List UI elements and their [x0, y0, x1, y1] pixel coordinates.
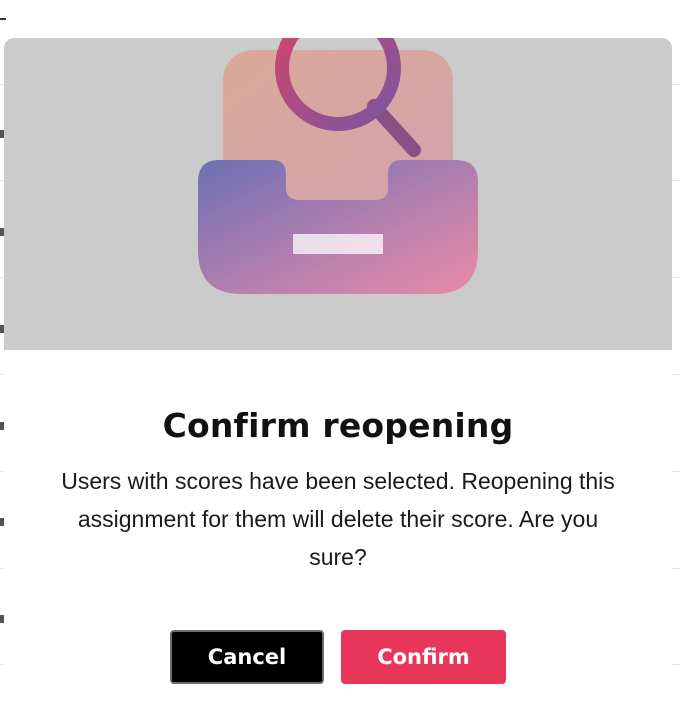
- cancel-button[interactable]: Cancel: [170, 630, 324, 684]
- inbox-search-icon: [198, 38, 478, 294]
- background-tick: [0, 18, 6, 20]
- confirm-button[interactable]: Confirm: [341, 630, 506, 684]
- confirm-reopening-dialog: Confirm reopening Users with scores have…: [4, 38, 672, 728]
- dialog-message: Users with scores have been selected. Re…: [61, 468, 615, 570]
- dialog-title: Confirm reopening: [162, 406, 514, 445]
